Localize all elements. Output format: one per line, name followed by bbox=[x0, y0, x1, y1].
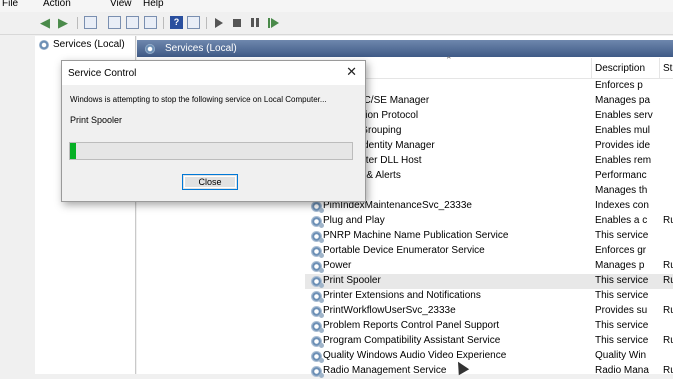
service-gear-icon bbox=[311, 351, 324, 363]
service-description: Manages th bbox=[595, 185, 648, 196]
pause-service-icon[interactable] bbox=[251, 18, 259, 27]
progress-fill bbox=[70, 143, 76, 159]
service-description: Provides su bbox=[595, 305, 648, 316]
dialog-service-name: Print Spooler bbox=[70, 115, 123, 125]
restart-service-icon[interactable] bbox=[268, 18, 279, 28]
service-status: Ru bbox=[663, 275, 673, 286]
pane-gear-icon bbox=[145, 44, 155, 54]
service-row[interactable]: Radio Management Service Radio Mana Ru bbox=[305, 364, 673, 379]
service-name: Problem Reports Control Panel Support bbox=[323, 320, 500, 331]
service-description: Enables rem bbox=[595, 155, 652, 166]
close-icon[interactable]: ✕ bbox=[346, 64, 357, 80]
service-row[interactable]: Print Spooler This service Ru bbox=[305, 274, 673, 289]
service-description: Enforces gr bbox=[595, 245, 647, 256]
service-gear-icon bbox=[311, 276, 324, 288]
service-description: This service bbox=[595, 290, 649, 301]
service-description: Enables serv bbox=[595, 110, 653, 121]
close-button[interactable]: Close bbox=[182, 174, 238, 190]
service-status: Ru bbox=[663, 365, 673, 376]
tree-item-services-local[interactable]: Services (Local) bbox=[39, 39, 125, 50]
properties-icon[interactable] bbox=[108, 16, 121, 29]
start-service-icon[interactable] bbox=[215, 18, 223, 28]
sort-ascending-icon: ⌃ bbox=[445, 55, 453, 65]
menu-bar: File Action View Help bbox=[0, 0, 673, 12]
service-name: Plug and Play bbox=[323, 215, 385, 226]
service-name: PrintWorkflowUserSvc_2333e bbox=[323, 305, 456, 316]
stop-service-icon[interactable] bbox=[233, 19, 241, 27]
dialog-body: Windows is attempting to stop the follow… bbox=[62, 85, 365, 201]
service-gear-icon bbox=[311, 231, 324, 243]
column-description[interactable]: Description bbox=[595, 63, 645, 74]
service-description: Provides ide bbox=[595, 140, 651, 151]
service-row[interactable]: Printer Extensions and Notifications This… bbox=[305, 289, 673, 304]
service-description: Enables a c bbox=[595, 215, 648, 226]
service-row[interactable]: Program Compatibility Assistant Service T… bbox=[305, 334, 673, 349]
service-description: This service bbox=[595, 275, 649, 286]
service-description: Quality Win bbox=[595, 350, 647, 361]
service-name: Program Compatibility Assistant Service bbox=[323, 335, 501, 346]
progress-bar bbox=[69, 142, 353, 160]
service-name: Radio Management Service bbox=[323, 365, 447, 376]
service-description: Radio Mana bbox=[595, 365, 649, 376]
back-arrow-icon[interactable]: ◀ bbox=[40, 16, 53, 29]
service-row[interactable]: PrintWorkflowUserSvc_2333e Provides su Ru bbox=[305, 304, 673, 319]
service-description: Indexes con bbox=[595, 200, 649, 211]
service-description: This service bbox=[595, 230, 649, 241]
service-gear-icon bbox=[311, 201, 324, 213]
service-description: Manages pa bbox=[595, 95, 651, 106]
service-status: Ru bbox=[663, 260, 673, 271]
dialog-title: Service Control bbox=[68, 68, 137, 79]
service-description: Enables mul bbox=[595, 125, 651, 136]
service-gear-icon bbox=[311, 216, 324, 228]
service-row[interactable]: Portable Device Enumerator Service Enforc… bbox=[305, 244, 673, 259]
service-gear-icon bbox=[311, 321, 324, 333]
service-name: PNRP Machine Name Publication Service bbox=[323, 230, 509, 241]
show-hide-pane-icon[interactable] bbox=[187, 16, 200, 29]
services-gear-icon bbox=[39, 39, 49, 50]
service-row[interactable]: Power Manages p Ru bbox=[305, 259, 673, 274]
service-row[interactable]: PNRP Machine Name Publication Service Thi… bbox=[305, 229, 673, 244]
refresh-icon[interactable] bbox=[126, 16, 139, 29]
menu-file[interactable]: File bbox=[2, 0, 18, 9]
export-list-icon[interactable] bbox=[144, 16, 157, 29]
service-description: This service bbox=[595, 320, 649, 331]
service-name: Print Spooler bbox=[323, 275, 381, 286]
service-gear-icon bbox=[311, 366, 324, 378]
service-row[interactable]: Quality Windows Audio Video Experience Qu… bbox=[305, 349, 673, 364]
service-name: Quality Windows Audio Video Experience bbox=[323, 350, 507, 361]
service-description: This service bbox=[595, 335, 649, 346]
service-row[interactable]: Problem Reports Control Panel Support Thi… bbox=[305, 319, 673, 334]
service-description: Performanc bbox=[595, 170, 647, 181]
service-control-dialog: Service Control ✕ Windows is attempting … bbox=[61, 60, 366, 202]
service-gear-icon bbox=[311, 336, 324, 348]
dialog-message: Windows is attempting to stop the follow… bbox=[70, 95, 327, 104]
service-row[interactable]: Plug and Play Enables a c Ru bbox=[305, 214, 673, 229]
menu-help[interactable]: Help bbox=[143, 0, 164, 9]
menu-action[interactable]: Action bbox=[43, 0, 71, 9]
service-status: Ru bbox=[663, 305, 673, 316]
service-status: Ru bbox=[663, 215, 673, 226]
service-description: Manages p bbox=[595, 260, 645, 271]
service-name: Printer Extensions and Notifications bbox=[323, 290, 481, 301]
help-icon[interactable]: ? bbox=[170, 16, 183, 29]
service-name: Power bbox=[323, 260, 352, 271]
service-gear-icon bbox=[311, 246, 324, 258]
tree-item-label: Services (Local) bbox=[53, 39, 125, 50]
service-status: Ru bbox=[663, 335, 673, 346]
service-name: Portable Device Enumerator Service bbox=[323, 245, 485, 256]
service-gear-icon bbox=[311, 261, 324, 273]
menu-view[interactable]: View bbox=[110, 0, 132, 9]
pane-header: Services (Local) bbox=[137, 40, 673, 57]
column-status[interactable]: Sta bbox=[663, 63, 673, 74]
service-gear-icon bbox=[311, 291, 324, 303]
service-gear-icon bbox=[311, 306, 324, 318]
pane-title: Services (Local) bbox=[165, 43, 237, 54]
console-tree-icon[interactable] bbox=[84, 16, 97, 29]
toolbar: ◀ ▶ ? bbox=[0, 12, 673, 35]
service-description: Enforces p bbox=[595, 80, 643, 91]
forward-arrow-icon[interactable]: ▶ bbox=[58, 16, 71, 29]
